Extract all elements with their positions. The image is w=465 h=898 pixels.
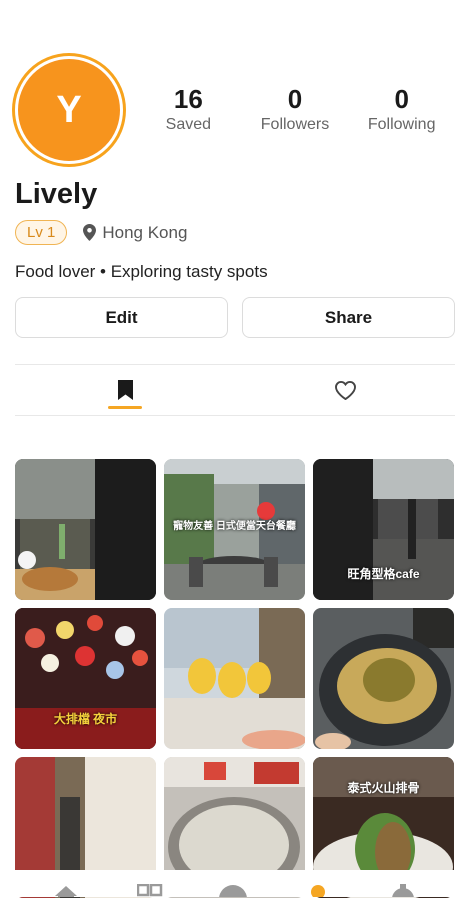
post-thumbnail[interactable]: 大排檔 夜市: [15, 608, 156, 749]
grid-icon[interactable]: [137, 884, 163, 897]
gear-icon[interactable]: [388, 884, 418, 897]
avatar-letter: Y: [56, 88, 82, 131]
profile-tabs: [15, 365, 455, 415]
location-pin-icon: [83, 224, 97, 241]
stats-row: 16 Saved 0 Followers 0 Following: [135, 84, 455, 134]
profile-actions: Edit Share: [15, 297, 455, 338]
home-icon[interactable]: [53, 884, 79, 897]
tile-caption: 大排檔 夜市: [53, 712, 118, 726]
saved-posts-grid: 寵物友善 日式便當天台餐廳 旺角型格cafe 大排檔 夜市 泰式火山排骨: [15, 459, 455, 898]
location-text: Hong Kong: [102, 222, 188, 242]
tile-caption: 旺角型格cafe: [347, 567, 420, 581]
stat-saved[interactable]: 16 Saved: [135, 84, 242, 134]
profile-bio: Food lover • Exploring tasty spots: [15, 262, 268, 281]
active-tab-indicator: [108, 406, 142, 409]
bottom-nav: [0, 870, 465, 897]
post-thumbnail[interactable]: [313, 608, 454, 749]
tile-caption: 寵物友善 日式便當天台餐廳: [173, 521, 296, 532]
tile-caption: 泰式火山排骨: [347, 781, 420, 795]
post-thumbnail[interactable]: 旺角型格cafe: [313, 459, 454, 600]
dot-icon[interactable]: [310, 884, 326, 897]
stat-followers[interactable]: 0 Followers: [242, 84, 349, 134]
post-thumbnail[interactable]: [164, 608, 305, 749]
tab-liked[interactable]: [235, 365, 455, 415]
share-button[interactable]: Share: [242, 297, 455, 338]
profile-name: Lively: [15, 178, 98, 210]
stat-label: Followers: [260, 116, 330, 133]
stat-value: 0: [394, 84, 409, 114]
avatar[interactable]: Y: [15, 56, 123, 164]
level-badge: Lv 1: [15, 220, 68, 245]
bookmark-icon: [117, 380, 133, 400]
post-thumbnail[interactable]: 寵物友善 日式便當天台餐廳: [164, 459, 305, 600]
profile-header: Y 16 Saved 0 Followers 0 Following: [15, 56, 455, 166]
stat-value: 0: [287, 84, 303, 114]
circle-icon[interactable]: [218, 884, 248, 897]
post-thumbnail[interactable]: [15, 459, 156, 600]
heart-icon: [334, 380, 356, 400]
location: Hong Kong: [83, 223, 187, 243]
stat-value: 16: [173, 84, 203, 114]
divider: [15, 415, 455, 416]
stat-label: Following: [367, 116, 436, 133]
profile-meta: Lv 1 Hong Kong: [15, 220, 187, 245]
stat-label: Saved: [165, 116, 212, 133]
tab-saved[interactable]: [15, 365, 235, 415]
stat-following[interactable]: 0 Following: [348, 84, 455, 134]
edit-button[interactable]: Edit: [15, 297, 228, 338]
